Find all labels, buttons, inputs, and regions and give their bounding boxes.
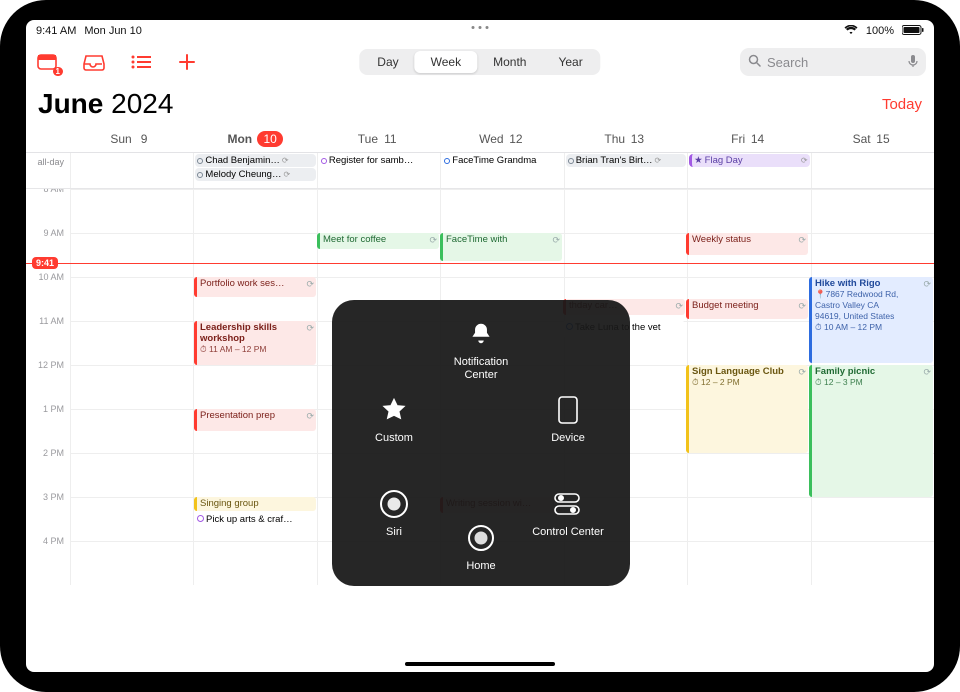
allday-event[interactable]: Brian Tran's Birt…⟳ — [566, 154, 686, 167]
hour-label: 10 AM — [26, 272, 70, 316]
add-event-icon[interactable] — [172, 49, 202, 75]
weekday-header: Sun 9 Mon 10 Tue 11 Wed 12 Thu 13 Fri 14… — [26, 128, 934, 153]
toolbar: 1 Day Week Month Year Search — [26, 42, 934, 82]
view-year[interactable]: Year — [542, 51, 598, 73]
atouch-label: Notification Center — [439, 356, 523, 382]
hour-label: 11 AM — [26, 316, 70, 360]
list-icon[interactable] — [126, 49, 156, 75]
page-title: June 2024 — [38, 88, 173, 120]
allday-event[interactable]: Melody Cheung…⟳ — [195, 168, 315, 181]
month-label: June — [38, 88, 103, 119]
day-tue[interactable]: Tue 11 — [317, 128, 440, 152]
search-icon — [748, 54, 761, 70]
ipad-frame: 9:41 AM Mon Jun 10 100% 1 — [0, 0, 960, 692]
event[interactable]: Family picnic⏱ 12 – 3 PM⟳ — [809, 365, 933, 497]
search-field[interactable]: Search — [740, 48, 926, 76]
status-time: 9:41 AM — [36, 25, 76, 37]
event[interactable]: Portfolio work ses…⟳ — [194, 277, 316, 297]
status-date: Mon Jun 10 — [84, 25, 141, 37]
atouch-home[interactable]: Home — [439, 520, 523, 572]
toggles-icon — [550, 486, 586, 522]
view-switcher: Day Week Month Year — [359, 49, 600, 75]
atouch-label: Device — [526, 432, 610, 444]
star-icon — [376, 392, 412, 428]
allday-event[interactable]: FaceTime Grandma — [442, 154, 562, 167]
allday-label: all-day — [26, 153, 70, 188]
assistivetouch-menu: Notification Center Custom Device Siri C… — [332, 300, 630, 586]
hour-label: 1 PM — [26, 404, 70, 448]
status-bar: 9:41 AM Mon Jun 10 100% — [26, 20, 934, 42]
atouch-custom[interactable]: Custom — [352, 392, 436, 444]
hour-label: 3 PM — [26, 492, 70, 536]
allday-row: all-day Chad Benjamin…⟳ Melody Cheung…⟳ … — [26, 153, 934, 189]
event[interactable]: Presentation prep⟳ — [194, 409, 316, 431]
day-thu[interactable]: Thu 13 — [564, 128, 687, 152]
title-row: June 2024 Today — [26, 82, 934, 128]
event[interactable]: Budget meeting⟳ — [686, 299, 808, 319]
battery-icon — [902, 25, 924, 38]
atouch-notification-center[interactable]: Notification Center — [439, 316, 523, 382]
mic-icon[interactable] — [908, 54, 918, 71]
atouch-siri[interactable]: Siri — [352, 486, 436, 538]
hour-label: 4 PM — [26, 536, 70, 580]
view-week[interactable]: Week — [415, 51, 477, 73]
day-sun[interactable]: Sun 9 — [70, 128, 193, 152]
day-mon[interactable]: Mon 10 — [193, 128, 316, 152]
now-indicator — [26, 263, 934, 264]
today-button[interactable]: Today — [882, 96, 922, 113]
screen: 9:41 AM Mon Jun 10 100% 1 — [26, 20, 934, 672]
year-label: 2024 — [111, 88, 173, 119]
device-icon — [550, 392, 586, 428]
multitask-dots-icon[interactable] — [472, 26, 489, 29]
view-day[interactable]: Day — [361, 51, 414, 73]
search-placeholder: Search — [767, 55, 808, 70]
day-sat[interactable]: Sat 15 — [811, 128, 934, 152]
event[interactable]: Leadership skills workshop⏱ 11 AM – 12 P… — [194, 321, 316, 365]
hour-label: 8 AM — [26, 189, 70, 228]
day-fri[interactable]: Fri 14 — [687, 128, 810, 152]
calendar-inbox-icon[interactable]: 1 — [34, 49, 64, 75]
battery-pct: 100% — [866, 25, 894, 37]
event[interactable]: FaceTime with⟳ — [440, 233, 562, 261]
view-month[interactable]: Month — [477, 51, 542, 73]
event[interactable]: Sign Language Club⏱ 12 – 2 PM⟳ — [686, 365, 808, 453]
siri-icon — [376, 486, 412, 522]
inbox-tray-icon[interactable] — [80, 49, 110, 75]
atouch-label: Control Center — [526, 526, 610, 539]
atouch-label: Siri — [352, 526, 436, 538]
atouch-device[interactable]: Device — [526, 392, 610, 444]
allday-event[interactable]: Chad Benjamin…⟳ — [195, 154, 315, 167]
hour-label: 2 PM — [26, 448, 70, 492]
wifi-icon — [844, 25, 858, 38]
atouch-label: Home — [439, 560, 523, 572]
event[interactable]: Pick up arts & craf… — [194, 513, 316, 529]
event[interactable]: Meet for coffee⟳ — [317, 233, 439, 249]
bell-icon — [463, 316, 499, 352]
home-indicator[interactable] — [405, 662, 555, 666]
event[interactable]: Singing group — [194, 497, 316, 511]
event[interactable]: Weekly status⟳ — [686, 233, 808, 255]
home-button-icon — [463, 520, 499, 556]
event[interactable]: Hike with Rigo📍7867 Redwood Rd,Castro Va… — [809, 277, 933, 363]
atouch-label: Custom — [352, 432, 436, 444]
allday-event[interactable]: ★ Flag Day⟳ — [689, 154, 809, 167]
hour-label: 12 PM — [26, 360, 70, 404]
atouch-control-center[interactable]: Control Center — [526, 486, 610, 539]
now-time: 9:41 — [32, 257, 58, 269]
allday-event[interactable]: Register for samb… — [319, 154, 439, 167]
day-wed[interactable]: Wed 12 — [440, 128, 563, 152]
